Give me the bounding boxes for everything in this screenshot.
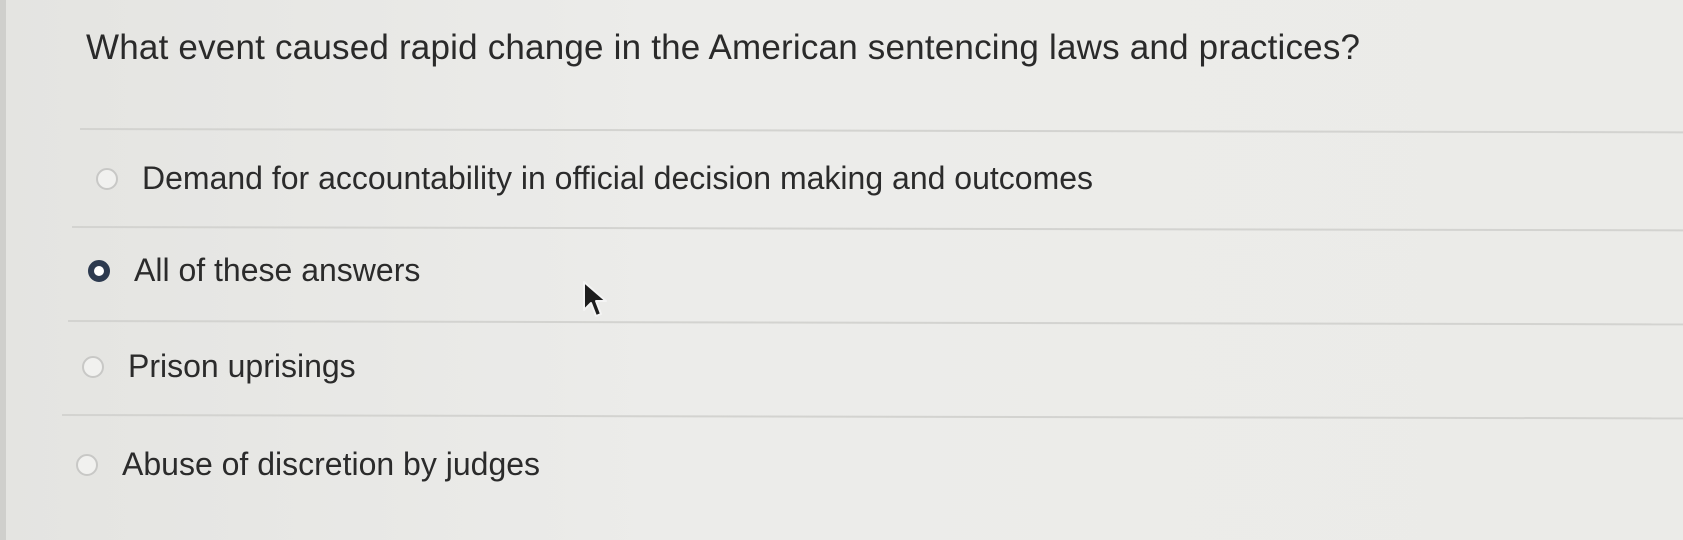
radio-button-unselected[interactable] bbox=[82, 355, 104, 378]
radio-button-unselected[interactable] bbox=[96, 167, 118, 190]
answer-label: All of these answers bbox=[134, 252, 421, 288]
answer-option-3[interactable]: Prison uprisings bbox=[82, 348, 356, 385]
radio-button-unselected[interactable] bbox=[76, 453, 98, 476]
answer-option-2[interactable]: All of these answers bbox=[88, 252, 420, 289]
answer-options: Demand for accountability in official de… bbox=[0, 0, 1683, 540]
radio-button-selected[interactable] bbox=[88, 259, 110, 282]
divider bbox=[61, 414, 1683, 420]
answer-label: Abuse of discretion by judges bbox=[122, 446, 541, 482]
mouse-pointer-arrow-icon bbox=[583, 281, 607, 317]
quiz-panel: What event caused rapid change in the Am… bbox=[0, 0, 1683, 540]
answer-label: Demand for accountability in official de… bbox=[142, 160, 1094, 196]
divider bbox=[71, 226, 1683, 232]
divider bbox=[79, 128, 1683, 134]
divider bbox=[67, 320, 1683, 326]
answer-option-4[interactable]: Abuse of discretion by judges bbox=[76, 446, 540, 483]
answer-option-1[interactable]: Demand for accountability in official de… bbox=[96, 160, 1093, 197]
answer-label: Prison uprisings bbox=[128, 348, 356, 384]
